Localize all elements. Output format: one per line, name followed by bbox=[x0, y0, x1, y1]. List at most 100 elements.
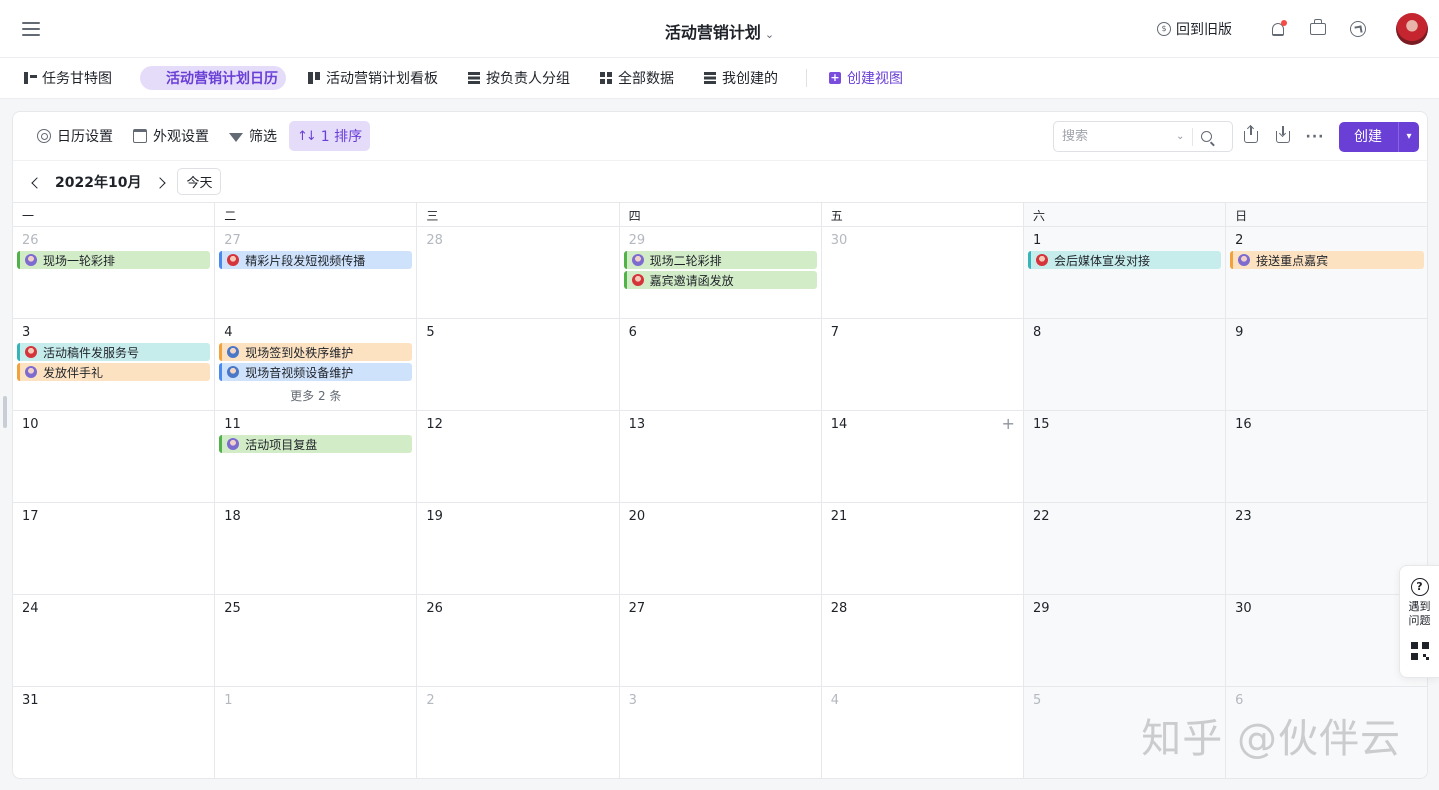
day-cell[interactable]: 31 bbox=[13, 687, 216, 778]
day-cell[interactable]: 4 现场签到处秩序维护 现场音视频设备维护 更多 2 条 bbox=[215, 319, 418, 410]
next-month-icon[interactable] bbox=[155, 176, 167, 188]
qrcode-icon[interactable] bbox=[1410, 642, 1429, 660]
day-number: 9 bbox=[1235, 325, 1244, 340]
day-number: 29 bbox=[1032, 601, 1050, 616]
day-number: 23 bbox=[1235, 509, 1252, 524]
title-dropdown[interactable]: 活动营销计划 ⌄ bbox=[665, 23, 774, 42]
day-cell[interactable]: 13 bbox=[620, 411, 822, 502]
day-cell[interactable]: 2 bbox=[417, 687, 620, 778]
day-cell[interactable]: 30 bbox=[1226, 595, 1427, 686]
day-cell[interactable]: 3 活动稿件发服务号 发放伴手礼 bbox=[13, 319, 216, 410]
calendar-event[interactable]: 现场音视频设备维护 bbox=[219, 363, 413, 381]
day-cell[interactable]: 8 bbox=[1023, 319, 1227, 410]
search-icon[interactable] bbox=[1201, 131, 1213, 142]
sort-label: 1 排序 bbox=[320, 129, 363, 145]
day-cell[interactable]: 19 bbox=[417, 503, 620, 594]
day-cell[interactable]: 7 bbox=[822, 319, 1024, 410]
day-cell[interactable]: 30 bbox=[822, 227, 1024, 318]
tab-calendar[interactable]: 活动营销计划日历 bbox=[140, 66, 286, 174]
day-cell[interactable]: 1 bbox=[215, 687, 418, 778]
search-input[interactable] bbox=[1062, 129, 1172, 144]
day-cell[interactable]: 9 bbox=[1226, 319, 1427, 410]
today-button[interactable]: 今天 bbox=[177, 168, 222, 195]
day-number: 16 bbox=[1235, 417, 1252, 432]
day-cell[interactable]: 6 bbox=[1226, 687, 1427, 778]
help-label[interactable]: 遇到问题 bbox=[1408, 600, 1432, 628]
prev-month-icon[interactable] bbox=[29, 176, 41, 188]
day-cell[interactable]: 20 bbox=[620, 503, 822, 594]
more-events-link[interactable]: 更多 2 条 bbox=[219, 387, 412, 404]
day-cell[interactable]: 5 bbox=[417, 319, 620, 410]
day-number: 26 bbox=[426, 601, 443, 616]
appearance-settings-button[interactable]: 外观设置 bbox=[125, 121, 217, 151]
create-view-button[interactable]: + 创建视图 bbox=[821, 66, 911, 90]
day-cell[interactable]: 27 精彩片段发短视频传播 bbox=[215, 227, 418, 318]
day-cell[interactable]: 25 bbox=[215, 595, 418, 686]
tab-my-created[interactable]: 我创建的 bbox=[696, 66, 786, 90]
day-cell[interactable]: 10 bbox=[13, 411, 216, 502]
day-cell[interactable]: 21 bbox=[822, 503, 1024, 594]
day-cell[interactable]: 12 bbox=[417, 411, 620, 502]
day-cell[interactable]: 1 会后媒体宣发对接 bbox=[1023, 227, 1227, 318]
import-button[interactable] bbox=[1237, 123, 1265, 151]
day-cell[interactable]: 4 bbox=[822, 687, 1024, 778]
day-number: 10 bbox=[22, 417, 39, 432]
calendar-event[interactable]: 现场二轮彩排 bbox=[623, 251, 817, 269]
question-icon[interactable]: ? bbox=[1410, 578, 1429, 596]
sort-button[interactable]: ↑↓ 1 排序 bbox=[289, 121, 371, 151]
day-cell[interactable]: 2 接送重点嘉宾 bbox=[1226, 227, 1427, 318]
calendar-event[interactable]: 接送重点嘉宾 bbox=[1230, 251, 1425, 269]
calendar-settings-button[interactable]: 日历设置 bbox=[29, 121, 121, 151]
notification-button[interactable] bbox=[1262, 13, 1294, 45]
menu-icon[interactable] bbox=[22, 22, 40, 36]
tab-group-by-owner[interactable]: 按负责人分组 bbox=[460, 66, 578, 90]
day-cell[interactable]: 28 bbox=[822, 595, 1024, 686]
create-label[interactable]: 创建 bbox=[1339, 121, 1399, 152]
create-button[interactable]: 创建 ▾ bbox=[1339, 121, 1419, 152]
more-button[interactable]: ··· bbox=[1301, 123, 1329, 151]
chevron-down-icon[interactable]: ⌄ bbox=[1176, 131, 1184, 142]
day-cell[interactable]: 26 现场一轮彩排 bbox=[13, 227, 216, 318]
calendar-event[interactable]: 精彩片段发短视频传播 bbox=[219, 251, 413, 269]
user-avatar[interactable] bbox=[1396, 13, 1428, 45]
export-button[interactable] bbox=[1269, 123, 1297, 151]
day-cell[interactable]: 16 bbox=[1226, 411, 1427, 502]
day-cell[interactable]: 27 bbox=[620, 595, 822, 686]
day-cell[interactable]: 28 bbox=[417, 227, 620, 318]
day-cell[interactable]: 24 bbox=[13, 595, 216, 686]
calendar-event[interactable]: 发放伴手礼 bbox=[17, 363, 211, 381]
day-cell[interactable]: 14 + bbox=[822, 411, 1024, 502]
day-cell[interactable]: 5 bbox=[1023, 687, 1227, 778]
day-cell[interactable]: 3 bbox=[620, 687, 822, 778]
calendar-event[interactable]: 嘉宾邀请函发放 bbox=[623, 271, 817, 289]
calendar-event[interactable]: 会后媒体宣发对接 bbox=[1027, 251, 1222, 269]
old-version-button[interactable]: $ 回到旧版 bbox=[1157, 19, 1232, 39]
plus-icon: + bbox=[829, 71, 841, 84]
explore-button[interactable] bbox=[1342, 13, 1374, 45]
tab-label: 任务甘特图 bbox=[42, 71, 112, 87]
gear-icon bbox=[37, 129, 51, 143]
day-cell[interactable]: 22 bbox=[1023, 503, 1227, 594]
day-cell[interactable]: 26 bbox=[417, 595, 620, 686]
add-event-icon[interactable]: + bbox=[1002, 415, 1015, 433]
calendar-event[interactable]: 活动项目复盘 bbox=[219, 435, 413, 453]
tab-all-data[interactable]: 全部数据 bbox=[592, 66, 682, 90]
calendar-event[interactable]: 现场一轮彩排 bbox=[17, 251, 211, 269]
day-cell[interactable]: 11 活动项目复盘 bbox=[215, 411, 418, 502]
day-cell[interactable]: 6 bbox=[620, 319, 822, 410]
day-cell[interactable]: 29 现场二轮彩排 嘉宾邀请函发放 bbox=[620, 227, 822, 318]
day-cell[interactable]: 23 bbox=[1226, 503, 1427, 594]
chevron-down-icon[interactable]: ▾ bbox=[1399, 122, 1419, 152]
calendar-event[interactable]: 活动稿件发服务号 bbox=[17, 343, 211, 361]
day-cell[interactable]: 15 bbox=[1023, 411, 1227, 502]
tab-kanban[interactable]: 活动营销计划看板 bbox=[300, 66, 446, 90]
workspace-button[interactable] bbox=[1302, 13, 1334, 45]
filter-button[interactable]: 筛选 bbox=[221, 121, 285, 151]
sidebar-resize-handle[interactable] bbox=[3, 396, 7, 428]
tab-gantt[interactable]: 任务甘特图 bbox=[24, 66, 120, 90]
day-cell[interactable]: 18 bbox=[215, 503, 418, 594]
day-cell[interactable]: 29 bbox=[1023, 595, 1227, 686]
day-number: 15 bbox=[1032, 417, 1050, 432]
calendar-event[interactable]: 现场签到处秩序维护 bbox=[219, 343, 413, 361]
day-cell[interactable]: 17 bbox=[13, 503, 216, 594]
